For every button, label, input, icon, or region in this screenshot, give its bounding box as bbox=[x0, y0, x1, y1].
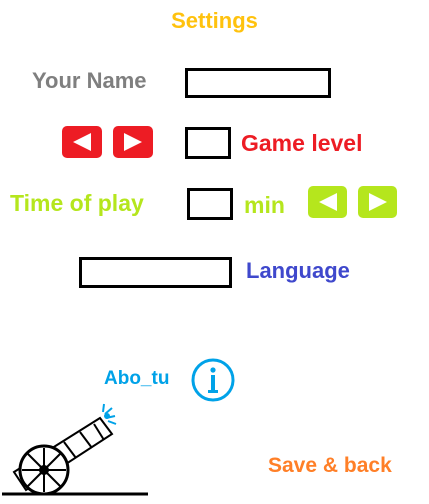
page-title: Settings bbox=[171, 8, 258, 33]
game-level-label: Game level bbox=[241, 130, 363, 156]
language-label: Language bbox=[246, 258, 350, 283]
level-increase-button[interactable] bbox=[113, 126, 153, 158]
arrow-left-icon bbox=[73, 133, 91, 151]
about-link[interactable]: Abo_tu bbox=[104, 368, 176, 390]
arrow-left-icon bbox=[318, 193, 337, 211]
level-input[interactable] bbox=[185, 127, 231, 159]
name-label: Your Name bbox=[32, 68, 147, 93]
time-unit-label: min bbox=[244, 192, 285, 218]
save-back-button[interactable]: Save & back bbox=[268, 454, 392, 478]
language-input[interactable] bbox=[79, 257, 232, 288]
name-input[interactable] bbox=[185, 68, 331, 98]
time-decrease-button[interactable] bbox=[308, 186, 347, 218]
time-increase-button[interactable] bbox=[358, 186, 397, 218]
info-icon[interactable] bbox=[190, 357, 236, 403]
arrow-right-icon bbox=[124, 133, 142, 151]
level-decrease-button[interactable] bbox=[62, 126, 102, 158]
time-input[interactable] bbox=[187, 188, 233, 220]
time-of-play-label: Time of play bbox=[10, 190, 144, 216]
arrow-right-icon bbox=[368, 193, 387, 211]
cannon-icon bbox=[0, 400, 150, 500]
settings-screen: Settings Your Name Game level Time of pl… bbox=[0, 0, 429, 504]
